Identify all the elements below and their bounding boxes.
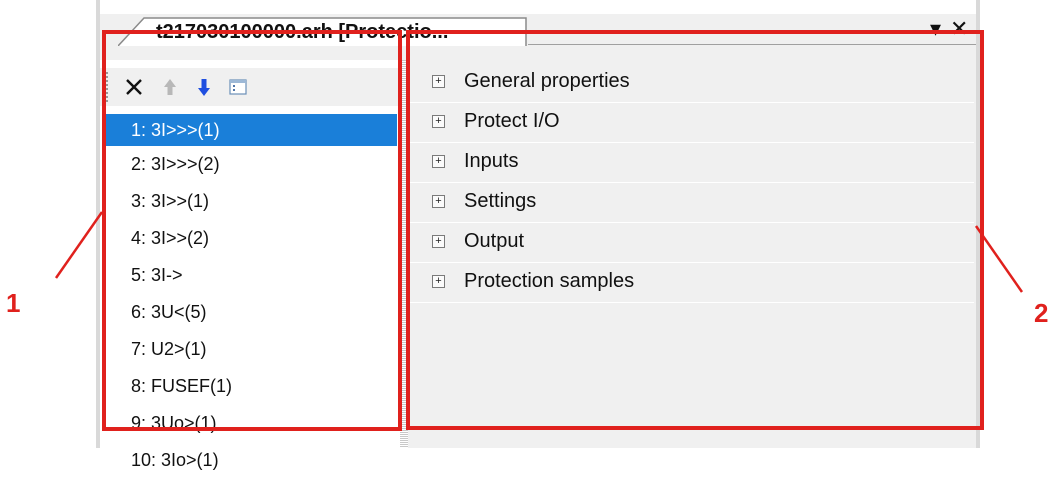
- callout-label-1: 1: [6, 288, 21, 318]
- callout-line-2: [974, 225, 1024, 293]
- callout-line-1: [54, 211, 104, 279]
- callout-label-2: 2: [1034, 298, 1049, 328]
- callout-lines: [54, 211, 1024, 293]
